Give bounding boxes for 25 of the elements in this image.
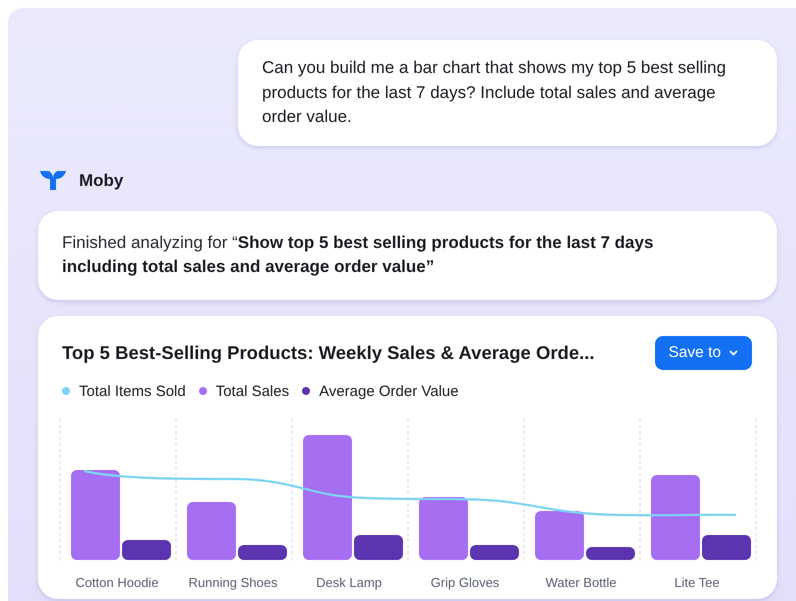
axis-label: Cotton Hoodie [75,574,159,590]
bar [238,544,287,560]
status-message: Finished analyzing for “Show top 5 best selling products for the last 7 days including total sales and average order value” [38,210,777,300]
logo-icon [40,170,66,191]
legend-label: Total Items Sold [79,382,186,400]
axis-label: Lite Tee [674,574,720,590]
legend-label: Total Sales [216,382,290,400]
bar [702,534,751,560]
bar [535,510,584,560]
save-to-button[interactable]: Save to [655,336,752,370]
bar [470,544,519,560]
chevron-down-icon [729,350,738,356]
axis-label: Running Shoes [188,574,278,590]
bar [586,546,635,560]
bar [354,534,403,560]
user-message: Can you build me a bar chart that shows my top 5 best selling products for the last 7 days? Include total sales and average order value. [238,40,777,146]
chart-title: Top 5 Best-Selling Products: Weekly Sales & Average Orde... [62,342,595,364]
axis-label: Water Bottle [545,574,617,590]
assistant-name: Moby [79,170,124,190]
bar [419,496,468,560]
bar [187,502,236,560]
legend-label: Average Order Value [319,382,459,400]
bar [122,540,171,560]
axis-label: Grip Gloves [430,574,500,590]
axis-label: Desk Lamp [316,574,382,590]
